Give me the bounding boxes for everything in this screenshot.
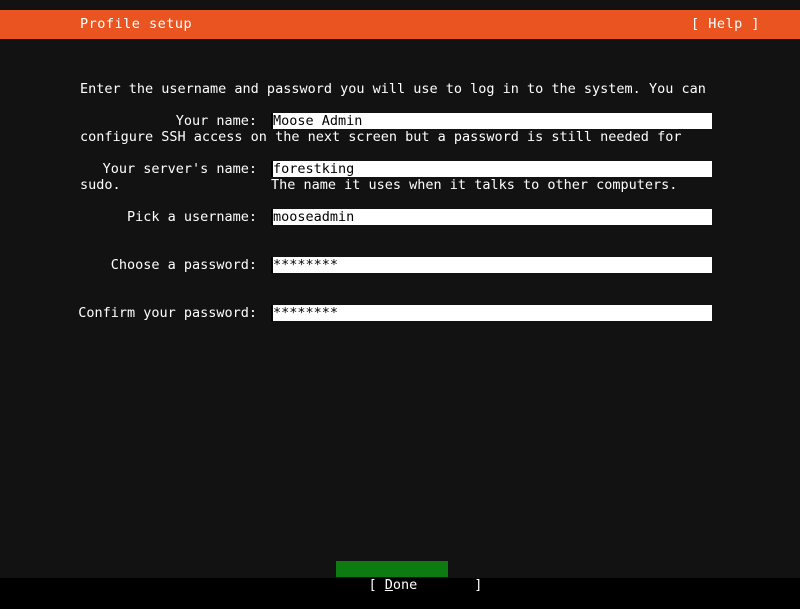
password-input[interactable]: ******** — [271, 257, 712, 273]
field-label: Confirm your password: — [78, 305, 257, 321]
done-prefix: [ — [368, 577, 385, 593]
field-label: Your server's name: — [102, 161, 257, 177]
field-value: ******** — [273, 257, 339, 273]
password-input[interactable]: ******** — [271, 305, 712, 321]
done-label-rest: one — [392, 577, 418, 593]
text-input[interactable]: mooseadmin — [271, 209, 712, 225]
field-value: Moose Admin — [273, 113, 363, 129]
field-value: ******** — [273, 305, 339, 321]
field-label: Pick a username: — [126, 209, 257, 225]
profile-form: Your name: Moose Admin Your server's name:… — [0, 0, 800, 578]
field-row: Choose a password: ******** — [0, 257, 800, 273]
field-hint: The name it uses when it talks to other … — [271, 177, 678, 193]
field-label: Choose a password: — [110, 257, 257, 273]
field-row: Pick a username: mooseadmin — [0, 209, 800, 225]
field-row: Your name: Moose Admin — [0, 113, 800, 129]
field-value: mooseadmin — [273, 209, 355, 225]
installer-screen: Profile setup [ Help ] Enter the usernam… — [0, 0, 800, 600]
field-label: Your name: — [175, 113, 257, 129]
field-value: forestking — [273, 161, 355, 177]
text-input[interactable]: forestking — [271, 161, 712, 177]
done-accelerator: D — [384, 577, 393, 593]
done-button[interactable]: [ Done ] — [336, 561, 482, 593]
field-row: Your server's name: forestking — [0, 161, 800, 177]
field-row: Confirm your password: ******** — [0, 305, 800, 321]
done-suffix: ] — [417, 577, 483, 593]
text-input[interactable]: Moose Admin — [271, 113, 712, 129]
